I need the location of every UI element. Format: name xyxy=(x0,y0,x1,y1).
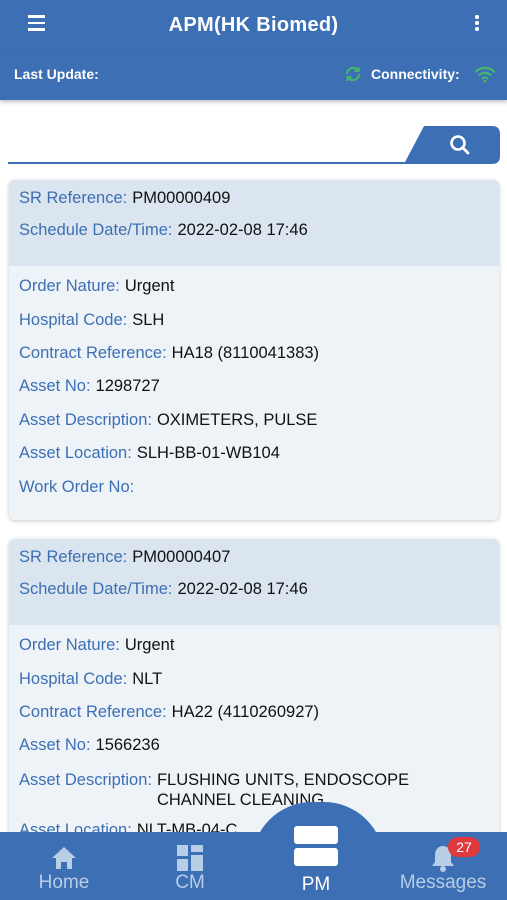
nav-cm-label: CM xyxy=(175,872,205,893)
connectivity-label: Connectivity: xyxy=(371,66,460,82)
field-label: Work Order No: xyxy=(19,477,135,496)
contract-reference-row: Contract Reference: HA22 (4110260927) xyxy=(19,696,489,729)
contract-reference-value: HA22 (4110260927) xyxy=(171,702,320,721)
card-body: Order Nature: Urgent Hospital Code: SLH … xyxy=(9,266,499,520)
field-label: SR Reference: xyxy=(19,189,128,208)
search-bar xyxy=(8,126,500,166)
field-label: Order Nature: xyxy=(19,636,120,655)
asset-no-value: 1566236 xyxy=(95,736,160,755)
schedule-row: Schedule Date/Time: 2022-02-08 17:46 xyxy=(19,572,489,605)
pm-order-card[interactable]: SR Reference: PM00000409 Schedule Date/T… xyxy=(9,180,499,520)
asset-description-value: OXIMETERS, PULSE xyxy=(156,410,318,429)
field-label: SR Reference: xyxy=(19,548,128,567)
order-nature-value: Urgent xyxy=(124,277,175,296)
field-label: Asset No: xyxy=(19,736,91,755)
field-label: Hospital Code: xyxy=(19,310,128,329)
home-icon xyxy=(52,847,76,869)
nav-home[interactable]: Home xyxy=(24,832,104,900)
contract-reference-value: HA18 (8110041383) xyxy=(171,343,320,362)
sr-reference-value: PM00000407 xyxy=(132,548,231,567)
card-header: SR Reference: PM00000407 Schedule Date/T… xyxy=(9,539,499,625)
sr-reference-row: SR Reference: PM00000407 xyxy=(19,539,489,572)
field-label: Hospital Code: xyxy=(19,669,128,688)
asset-no-row: Asset No: 1566236 xyxy=(19,729,489,762)
pm-icon xyxy=(294,826,338,866)
hamburger-menu-icon[interactable] xyxy=(28,15,50,35)
more-vertical-icon[interactable] xyxy=(473,15,481,35)
field-label: Schedule Date/Time: xyxy=(19,220,173,239)
card-body: Order Nature: Urgent Hospital Code: NLT … xyxy=(9,625,499,845)
work-order-no-row: Work Order No: xyxy=(19,470,489,503)
asset-no-row: Asset No: 1298727 xyxy=(19,370,489,403)
schedule-row: Schedule Date/Time: 2022-02-08 17:46 xyxy=(19,213,489,246)
asset-no-value: 1298727 xyxy=(95,377,160,396)
order-nature-row: Order Nature: Urgent xyxy=(19,629,489,662)
grid-icon xyxy=(177,845,203,871)
search-button[interactable] xyxy=(404,126,500,164)
hospital-code-value: NLT xyxy=(132,669,163,688)
field-label: Contract Reference: xyxy=(19,702,167,721)
field-label: Asset Description: xyxy=(19,410,152,429)
last-update-label: Last Update: xyxy=(14,66,99,82)
wifi-icon xyxy=(474,66,496,83)
app-screen: APM(HK Biomed) Last Update: Connectivity… xyxy=(0,0,507,900)
field-label: Order Nature: xyxy=(19,277,120,296)
field-label: Asset No: xyxy=(19,377,91,396)
nav-cm[interactable]: CM xyxy=(150,832,230,900)
nav-pm-label: PM xyxy=(301,874,331,895)
field-label: Contract Reference: xyxy=(19,343,167,362)
hospital-code-row: Hospital Code: NLT xyxy=(19,662,489,695)
sr-reference-value: PM00000409 xyxy=(132,189,231,208)
order-nature-row: Order Nature: Urgent xyxy=(19,270,489,303)
schedule-value: 2022-02-08 17:46 xyxy=(177,579,308,598)
contract-reference-row: Contract Reference: HA18 (8110041383) xyxy=(19,337,489,370)
status-bar: Last Update: Connectivity: xyxy=(0,50,507,100)
field-label: Schedule Date/Time: xyxy=(19,579,173,598)
pm-order-card[interactable]: SR Reference: PM00000407 Schedule Date/T… xyxy=(9,539,499,845)
field-label: Asset Description: xyxy=(19,770,152,789)
nav-pm[interactable]: PM xyxy=(276,820,356,900)
schedule-value: 2022-02-08 17:46 xyxy=(177,220,308,239)
top-app-bar: APM(HK Biomed) xyxy=(0,0,507,50)
asset-location-value: SLH-BB-01-WB104 xyxy=(136,444,280,463)
messages-badge: 27 xyxy=(448,837,480,857)
search-input[interactable] xyxy=(8,126,408,164)
card-header: SR Reference: PM00000409 Schedule Date/T… xyxy=(9,180,499,266)
hospital-code-row: Hospital Code: SLH xyxy=(19,303,489,336)
nav-home-label: Home xyxy=(38,872,90,893)
asset-location-row: Asset Location: SLH-BB-01-WB104 xyxy=(19,437,489,470)
sr-reference-row: SR Reference: PM00000409 xyxy=(19,180,489,213)
hospital-code-value: SLH xyxy=(132,310,165,329)
order-nature-value: Urgent xyxy=(124,636,175,655)
nav-messages-label: Messages xyxy=(399,872,487,893)
asset-description-row: Asset Description: OXIMETERS, PULSE xyxy=(19,404,489,437)
asset-description-row: Asset Description: FLUSHING UNITS, ENDOS… xyxy=(19,763,489,810)
sync-icon[interactable] xyxy=(343,64,363,84)
field-label: Asset Location: xyxy=(19,444,132,463)
app-title: APM(HK Biomed) xyxy=(168,13,339,36)
